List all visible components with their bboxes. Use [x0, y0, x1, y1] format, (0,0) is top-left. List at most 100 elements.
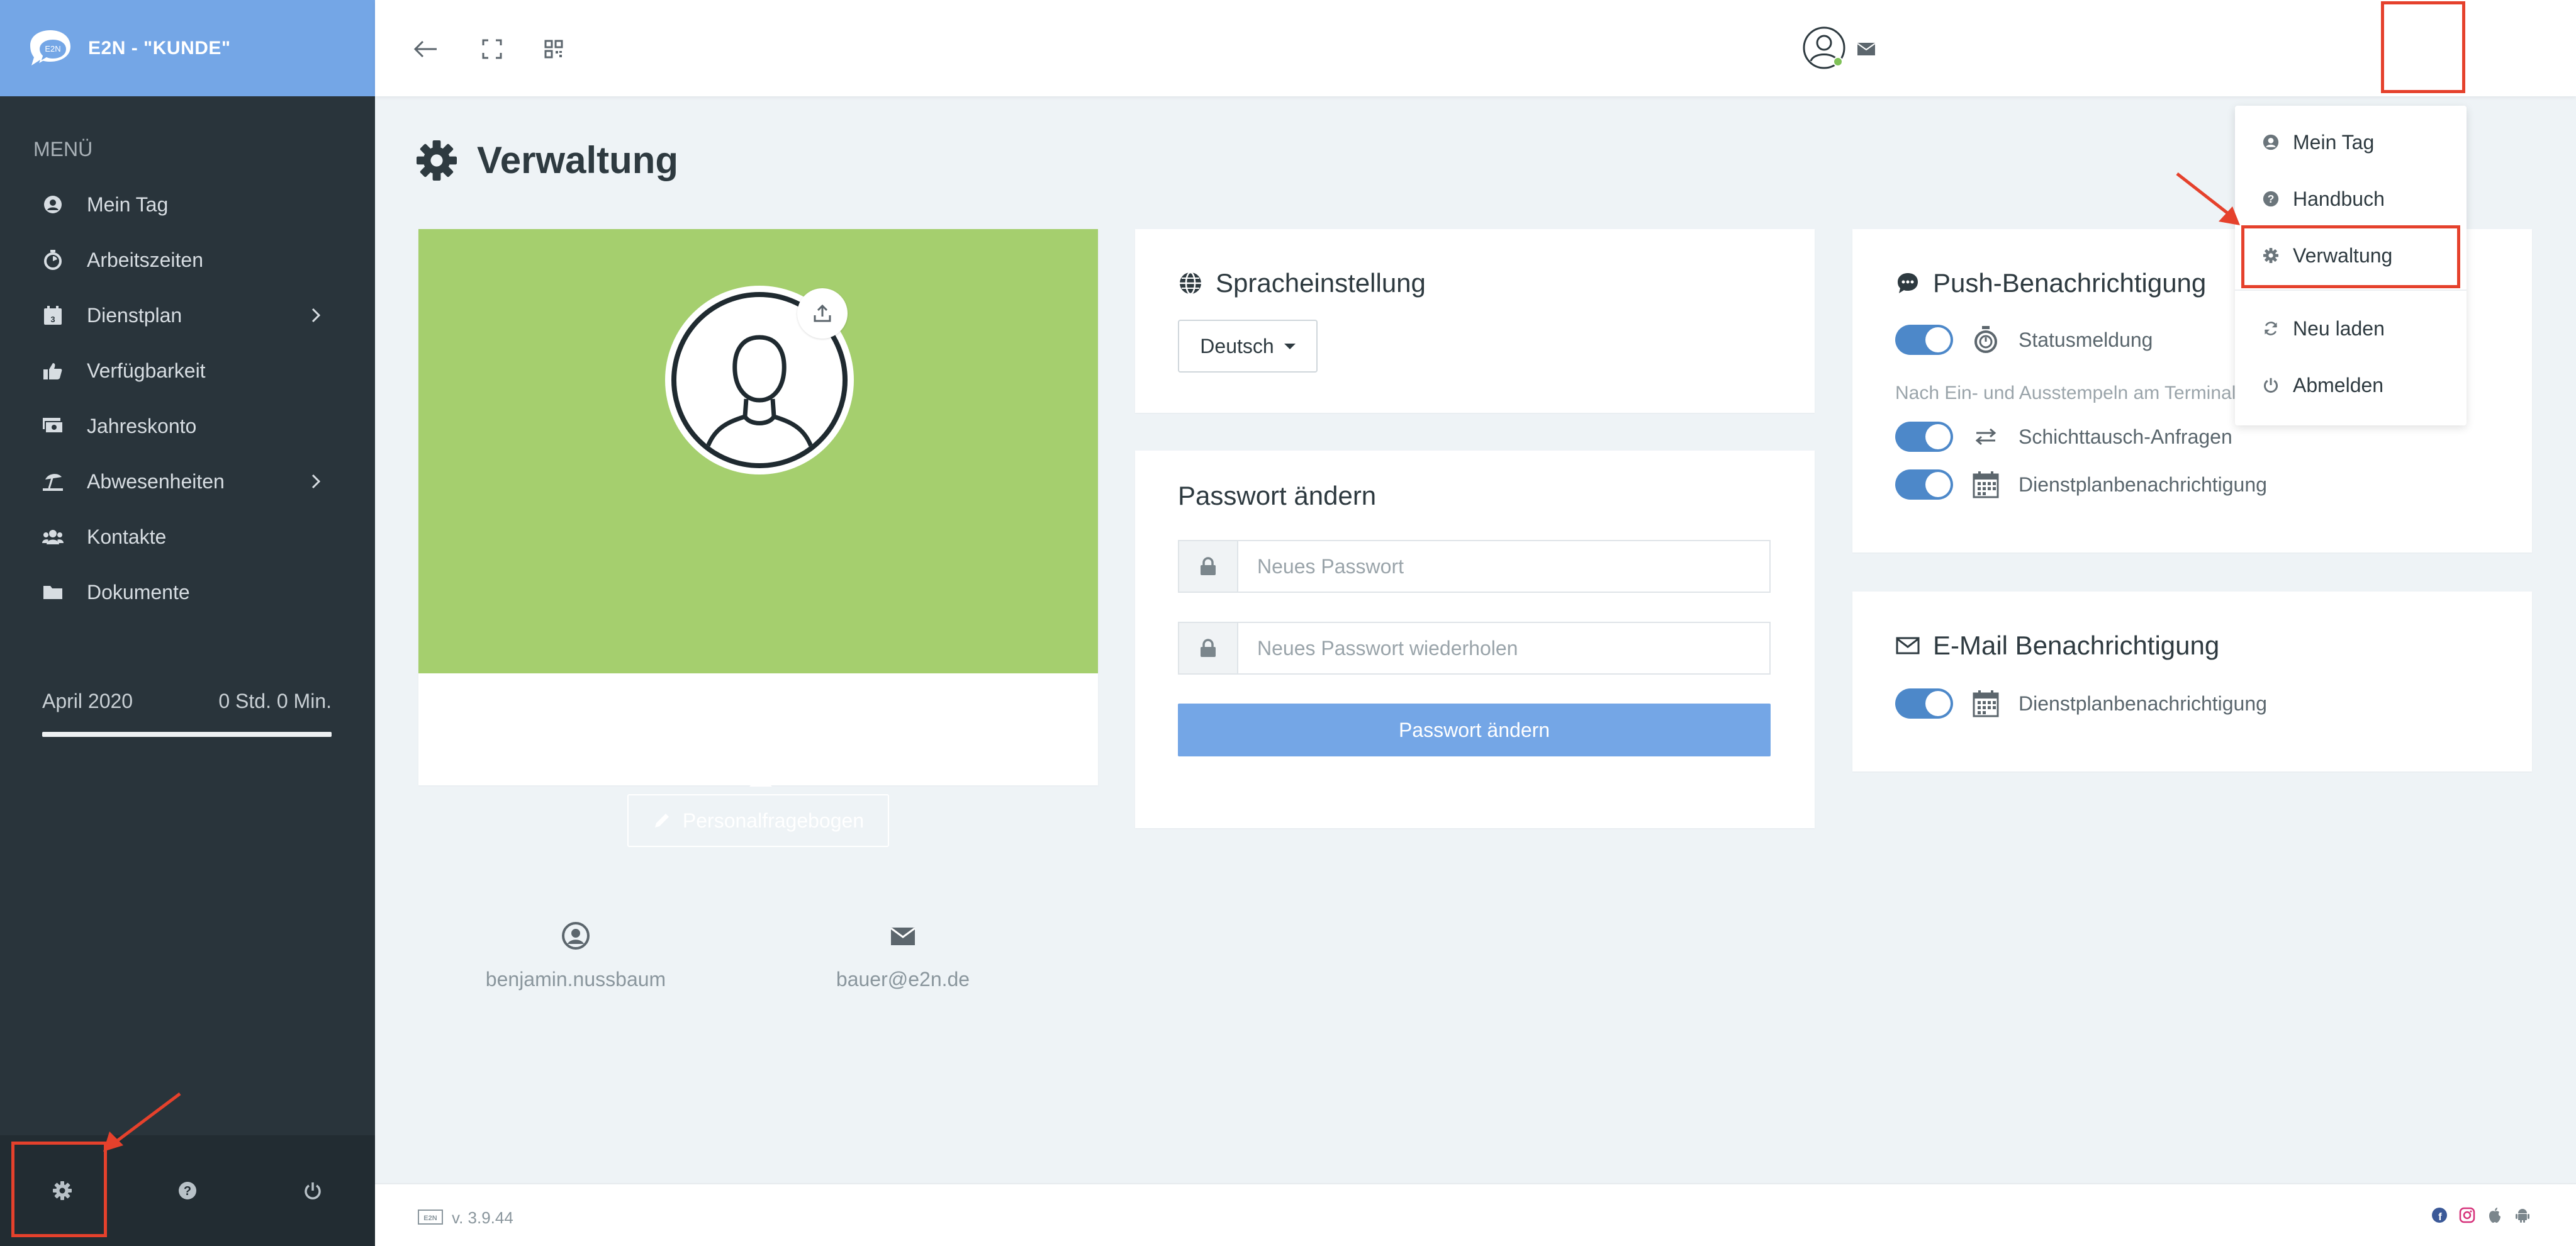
envelope-icon [1896, 637, 1920, 654]
sidebar-item-abwesenheiten[interactable]: Abwesenheiten [0, 454, 375, 509]
statusmeldung-label: Statusmeldung [2019, 328, 2153, 351]
repeat-password-input[interactable] [1238, 623, 1769, 673]
dropdown-item-abmelden[interactable]: Abmelden [2235, 360, 2467, 410]
month-summary: April 2020 0 Std. 0 Min. [42, 690, 332, 713]
schichttausch-toggle[interactable] [1895, 422, 1953, 452]
month-progress-fill [42, 732, 332, 737]
personalfragebogen-button[interactable]: Personalfragebogen [627, 794, 889, 847]
dropdown-item-mein-tag[interactable]: Mein Tag [2235, 117, 2467, 167]
menu-heading: MENÜ [33, 138, 93, 160]
android-icon[interactable] [2513, 1206, 2532, 1225]
change-password-button[interactable]: Passwort ändern [1178, 704, 1771, 756]
password-title: Passwort ändern [1178, 481, 1377, 510]
fullscreen-icon [482, 39, 502, 59]
dienstplan-push-toggle[interactable] [1895, 469, 1953, 500]
sidebar-item-jahreskonto[interactable]: Jahreskonto [0, 398, 375, 454]
sidebar-item-dienstplan[interactable]: 3 Dienstplan [0, 288, 375, 343]
sidebar-item-arbeitszeiten[interactable]: Arbeitszeiten [0, 232, 375, 288]
sidebar-item-label: Dokumente [87, 580, 190, 603]
app-title: E2N - "KUNDE" [88, 37, 231, 59]
profile-header: Benjamin Nussbaum Personalfragebogen [418, 229, 1098, 847]
month-progress-bar [42, 732, 332, 737]
topbar [375, 0, 2576, 96]
new-password-input[interactable] [1238, 541, 1769, 592]
svg-text:E2N: E2N [45, 44, 60, 53]
sidebar-item-dokumente[interactable]: Dokumente [0, 564, 375, 620]
email-text: bauer@e2n.de [836, 968, 970, 991]
chevron-right-icon [311, 308, 321, 323]
dienstplan-push-label: Dienstplanbenachrichtigung [2019, 473, 2267, 496]
month-label: April 2020 [42, 690, 133, 712]
stopwatch-icon [40, 247, 65, 272]
mail-icon [890, 927, 916, 945]
user-avatar-icon [1803, 26, 1845, 69]
comment-icon [1898, 273, 1918, 293]
exchange-icon [1972, 423, 2000, 451]
lock-icon [1179, 623, 1238, 673]
calendar-icon: 3 [40, 303, 65, 328]
help-button[interactable]: ? [175, 1178, 200, 1203]
personalfragebogen-label: Personalfragebogen [682, 809, 865, 832]
apple-icon[interactable] [2485, 1206, 2504, 1225]
schichttausch-label: Schichttausch-Anfragen [2019, 425, 2232, 448]
e2n-logo-icon: E2N [418, 1209, 443, 1225]
svg-text:E2N: E2N [423, 1215, 437, 1222]
version-info: E2N v. 3.9.44 [418, 1208, 513, 1228]
dienstplan-email-toggle[interactable] [1895, 688, 1953, 719]
push-toggle-statusmeldung: Statusmeldung [1895, 325, 2153, 355]
fullscreen-button[interactable] [478, 35, 506, 63]
profile-card: Benjamin Nussbaum Personalfragebogen ben… [418, 229, 1098, 991]
sidebar-item-kontakte[interactable]: Kontakte [0, 509, 375, 564]
repeat-password-group [1178, 622, 1771, 675]
brand-header[interactable]: E2N E2N - "KUNDE" [0, 0, 375, 96]
dienstplan-email-label: Dienstplanbenachrichtigung [2019, 692, 2267, 715]
profile-name: Benjamin Nussbaum [642, 732, 875, 760]
version-text: v. 3.9.44 [452, 1208, 513, 1227]
pencil-icon [654, 814, 669, 828]
dropdown-label: Abmelden [2293, 373, 2384, 396]
calendar-icon [1972, 471, 2000, 498]
svg-text:3: 3 [50, 315, 55, 324]
sidebar: E2N E2N - "KUNDE" MENÜ Mein Tag Arbeitsz… [0, 0, 375, 1246]
folder-icon [40, 580, 65, 605]
logout-button[interactable] [300, 1178, 325, 1203]
profile-email: bauer@e2n.de [758, 921, 1048, 991]
svg-text:f: f [2438, 1211, 2442, 1223]
settings-highlight-box [11, 1142, 107, 1237]
instagram-icon[interactable] [2458, 1206, 2477, 1225]
back-button[interactable] [412, 35, 439, 63]
help-icon: ? [2261, 189, 2280, 208]
power-icon [304, 1182, 321, 1199]
upload-photo-button[interactable] [797, 288, 848, 339]
power-icon [2261, 376, 2280, 395]
user-circle-icon [40, 192, 65, 217]
mail-icon [1857, 43, 1876, 55]
language-card-title: Spracheinstellung [1178, 268, 1426, 298]
annotation-arrow-icon [2176, 172, 2240, 225]
qr-code-button[interactable] [540, 35, 568, 63]
push-toggle-schichttausch: Schichttausch-Anfragen [1895, 422, 2232, 452]
dropdown-label: Neu laden [2293, 317, 2385, 340]
annotation-arrow-icon [103, 1092, 181, 1152]
messages-button[interactable] [1852, 35, 1880, 63]
page-footer: E2N v. 3.9.44 f [375, 1183, 2576, 1246]
dropdown-item-handbuch[interactable]: ? Handbuch [2235, 174, 2467, 224]
facebook-icon[interactable]: f [2430, 1206, 2449, 1225]
language-selected: Deutsch [1200, 334, 1274, 357]
sidebar-item-label: Jahreskonto [87, 414, 197, 437]
dropdown-item-neu-laden[interactable]: Neu laden [2235, 303, 2467, 354]
dropdown-label: Handbuch [2293, 187, 2385, 210]
calendar-icon [1972, 690, 2000, 717]
chat-bubble-logo-icon: E2N [30, 30, 70, 65]
thumbs-up-icon [40, 358, 65, 383]
push-card-title: Push-Benachrichtigung [1895, 268, 2206, 298]
sidebar-item-label: Arbeitszeiten [87, 248, 203, 271]
language-select[interactable]: Deutsch [1178, 320, 1318, 373]
sidebar-item-mein-tag[interactable]: Mein Tag [0, 177, 375, 232]
sidebar-item-verfuegbarkeit[interactable]: Verfügbarkeit [0, 343, 375, 398]
statusmeldung-toggle[interactable] [1895, 325, 1953, 355]
avatar-highlight-box [2381, 1, 2465, 93]
username-text: benjamin.nussbaum [485, 968, 666, 991]
lock-icon [1179, 541, 1238, 592]
password-card-title: Passwort ändern [1178, 481, 1376, 511]
